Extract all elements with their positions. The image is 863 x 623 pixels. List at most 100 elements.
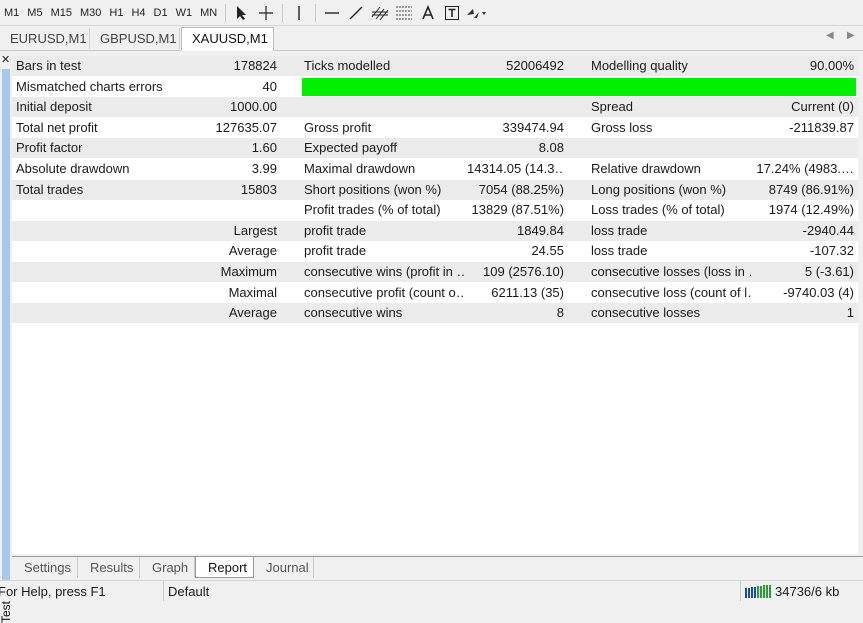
row-label: consecutive losses [591, 305, 701, 320]
timeframe-mn[interactable]: MN [196, 2, 221, 24]
text-label-icon[interactable] [440, 2, 464, 24]
crosshair-icon[interactable] [254, 2, 278, 24]
row-label: Profit trades (% of total) [304, 202, 441, 217]
row-value: 40 [262, 79, 277, 94]
row-label: consecutive wins (profit in … [304, 264, 464, 279]
horizontal-line-icon[interactable] [320, 2, 344, 24]
timeframe-m30[interactable]: M30 [76, 2, 105, 24]
row-value: Maximal [228, 285, 277, 300]
row-value: -9740.03 (4) [783, 285, 854, 300]
table-row: Average consecutive wins 8 consecutive loss… [12, 303, 858, 324]
timeframe-m1[interactable]: M1 [0, 2, 23, 24]
row-label: consecutive loss (count of l… [591, 285, 751, 300]
tab-results[interactable]: Results [78, 557, 140, 578]
row-value: -2940.44 [802, 223, 854, 238]
row-value: 8749 (86.91%) [768, 182, 854, 197]
toolbar-separator [315, 3, 317, 22]
table-row: Total net profit 127635.07 Gross profit 339… [12, 118, 858, 139]
row-value: 339474.94 [502, 120, 564, 135]
table-row: Maximum consecutive wins (profit in … 109 … [12, 262, 858, 283]
trendline-icon[interactable] [344, 2, 368, 24]
table-row: Bars in test 178824 Ticks modelled 52006492… [12, 56, 858, 77]
text-icon[interactable] [416, 2, 440, 24]
tab-journal[interactable]: Journal [254, 557, 314, 578]
scroll-right-icon[interactable]: ▶ [847, 30, 855, 41]
timeframe-m5[interactable]: M5 [23, 2, 46, 24]
timeframe-d1[interactable]: D1 [150, 2, 172, 24]
row-value: 1.60 [251, 140, 277, 155]
timeframe-w1[interactable]: W1 [172, 2, 197, 24]
row-label: Loss trades (% of total) [591, 202, 725, 217]
row-value: 127635.07 [215, 120, 277, 135]
row-label: loss trade [591, 243, 648, 258]
row-label: consecutive profit (count o… [304, 285, 464, 300]
timeframe-m15[interactable]: M15 [47, 2, 76, 24]
tab-report[interactable]: Report [195, 557, 254, 578]
row-label: Relative drawdown [591, 161, 701, 176]
row-label [591, 138, 751, 158]
row-value: 52006492 [506, 58, 564, 73]
row-label [304, 97, 464, 117]
scroll-left-icon[interactable]: ◀ [826, 30, 834, 41]
connection-bars-icon [745, 585, 773, 601]
row-label: loss trade [591, 223, 648, 238]
table-row: Total trades 15803 Short positions (won %)… [12, 180, 858, 201]
row-value: 3.99 [251, 161, 277, 176]
row-value: 178824 [233, 58, 277, 73]
row-label: Modelling quality [591, 58, 688, 73]
table-row: Mismatched charts errors 40 [12, 77, 858, 98]
tester-tabs: Settings Results Graph Report Journal [12, 556, 863, 579]
row-label: Gross profit [304, 120, 372, 135]
row-label: Long positions (won %) [591, 182, 727, 197]
toolbar: M1 M5 M15 M30 H1 H4 D1 W1 MN [0, 0, 863, 26]
modelling-quality-bar [302, 78, 856, 96]
close-icon[interactable]: ✕ [1, 53, 10, 66]
arrows-icon[interactable] [464, 2, 488, 24]
row-label: Expected payoff [304, 140, 397, 155]
table-row: Absolute drawdown 3.99 Maximal drawdown 143… [12, 159, 858, 180]
status-bar: For Help, press F1 Default 34736/6 kb [0, 580, 863, 601]
row-value: 1974 (12.49%) [768, 202, 854, 217]
row-label: consecutive wins [304, 305, 403, 320]
table-row: Initial deposit 1000.00 Spread Current (0) [12, 97, 858, 118]
equidistant-channel-icon[interactable] [368, 2, 392, 24]
table-row: Profit trades (% of total) 13829 (87.51%)… [12, 200, 858, 221]
status-help-text: For Help, press F1 [0, 584, 106, 599]
row-label: Maximal drawdown [304, 161, 416, 176]
chart-tab-xauusd[interactable]: XAUUSD,M1 [181, 27, 274, 51]
row-label: Gross loss [591, 120, 653, 135]
status-traffic: 34736/6 kb [775, 584, 840, 599]
chart-tabs: EURUSD,M1 GBPUSD,M1 XAUUSD,M1 ◀ ▶ [0, 26, 863, 51]
row-value: Average [228, 305, 277, 320]
chart-tab-eurusd[interactable]: EURUSD,M1 [0, 28, 90, 49]
tab-settings[interactable]: Settings [12, 557, 78, 578]
row-label: profit trade [304, 243, 367, 258]
row-label: Spread [591, 99, 633, 114]
timeframe-h1[interactable]: H1 [105, 2, 127, 24]
fibonacci-icon[interactable] [392, 2, 416, 24]
row-value: Largest [233, 223, 277, 238]
row-label: consecutive losses (loss in … [591, 264, 751, 279]
chart-tab-gbpusd[interactable]: GBPUSD,M1 [90, 28, 180, 49]
cursor-icon[interactable] [230, 2, 254, 24]
row-value: 1849.84 [517, 223, 564, 238]
row-value [752, 138, 854, 158]
table-row: Average profit trade 24.55 loss trade -107.3… [12, 241, 858, 262]
toolbar-separator [282, 3, 284, 22]
row-value: 13829 (87.51%) [471, 202, 564, 217]
timeframe-h4[interactable]: H4 [127, 2, 149, 24]
status-divider [740, 581, 741, 601]
row-value: 5 (-3.61) [804, 264, 854, 279]
row-value: 17.24% (4983.… [756, 161, 854, 176]
tester-grip[interactable] [2, 69, 10, 589]
status-profile: Default [168, 584, 210, 599]
vertical-line-icon[interactable] [287, 2, 311, 24]
row-value: -107.32 [809, 243, 854, 258]
table-row: Profit factor 1.60 Expected payoff 8.08 [12, 138, 858, 159]
row-label: Ticks modelled [304, 58, 391, 73]
modelling-quality-fill [302, 78, 856, 96]
row-value: 8 [556, 305, 564, 320]
row-value: 24.55 [531, 243, 564, 258]
tester-sidebar: ✕ Tester [0, 51, 13, 623]
tab-graph[interactable]: Graph [140, 557, 195, 578]
